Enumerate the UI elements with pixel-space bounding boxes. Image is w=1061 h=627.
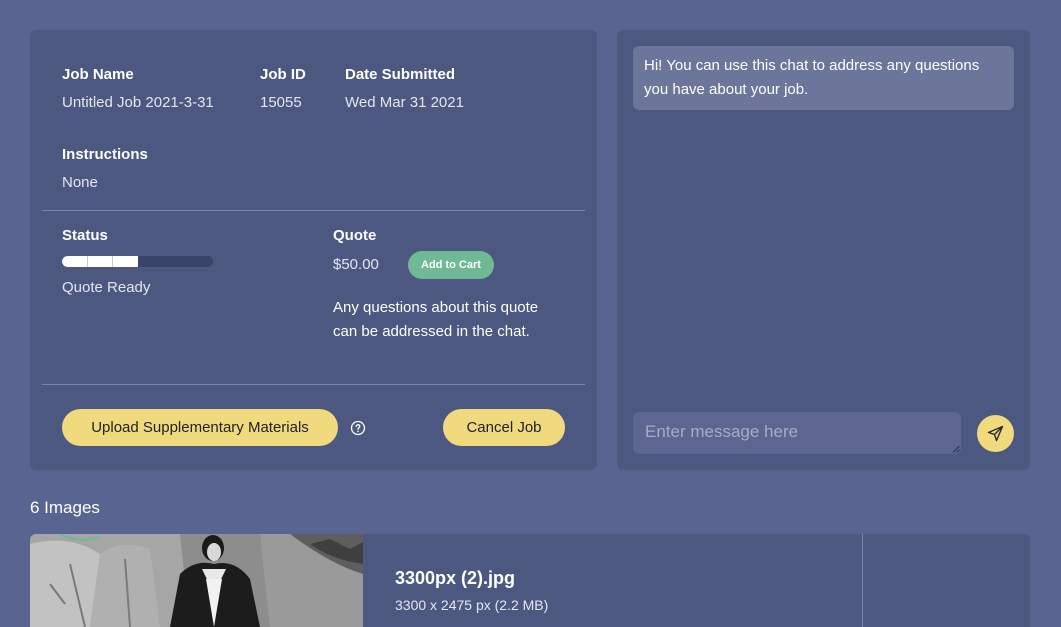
section-divider bbox=[42, 210, 585, 211]
photo-thumbnail-graphic bbox=[30, 534, 363, 627]
chat-panel: Hi! You can use this chat to address any… bbox=[617, 30, 1030, 470]
chat-message: Hi! You can use this chat to address any… bbox=[633, 46, 1014, 110]
send-message-button[interactable] bbox=[977, 415, 1014, 452]
image-thumbnail[interactable] bbox=[30, 534, 363, 627]
job-id-value: 15055 bbox=[260, 94, 302, 111]
section-divider bbox=[42, 384, 585, 385]
quote-label: Quote bbox=[333, 227, 377, 244]
quote-note: Any questions about this quote can be ad… bbox=[333, 299, 539, 340]
resize-grip-icon[interactable] bbox=[952, 445, 960, 453]
upload-supplementary-materials-button[interactable]: Upload Supplementary Materials bbox=[62, 409, 338, 446]
add-to-cart-button[interactable]: Add to Cart bbox=[408, 251, 494, 279]
job-name-label: Job Name bbox=[62, 66, 134, 83]
message-input[interactable] bbox=[633, 412, 961, 454]
row-divider bbox=[862, 534, 863, 627]
instructions-label: Instructions bbox=[62, 146, 148, 163]
quote-value: $50.00 bbox=[333, 256, 379, 273]
image-list-item[interactable]: 3300px (2).jpg 3300 x 2475 px (2.2 MB) bbox=[30, 534, 1030, 627]
job-details-card: Job Name Untitled Job 2021-3-31 Job ID 1… bbox=[30, 30, 597, 470]
job-name-value: Untitled Job 2021-3-31 bbox=[62, 94, 214, 111]
job-id-label: Job ID bbox=[260, 66, 306, 83]
progress-step-separator bbox=[87, 256, 89, 267]
image-file-meta: 3300 x 2475 px (2.2 MB) bbox=[395, 597, 549, 613]
question-circle-icon[interactable] bbox=[350, 420, 366, 436]
cancel-job-button[interactable]: Cancel Job bbox=[443, 409, 565, 446]
instructions-value: None bbox=[62, 174, 98, 191]
images-count-title: 6 Images bbox=[30, 498, 100, 517]
paper-plane-icon bbox=[987, 425, 1004, 442]
status-value: Quote Ready bbox=[62, 279, 151, 296]
status-progress-bar bbox=[62, 256, 213, 267]
image-file-name: 3300px (2).jpg bbox=[395, 568, 516, 588]
date-submitted-value: Wed Mar 31 2021 bbox=[345, 94, 464, 111]
status-label: Status bbox=[62, 227, 108, 244]
status-progress-fill bbox=[62, 256, 138, 267]
date-submitted-label: Date Submitted bbox=[345, 66, 456, 83]
progress-step-separator bbox=[112, 256, 114, 267]
